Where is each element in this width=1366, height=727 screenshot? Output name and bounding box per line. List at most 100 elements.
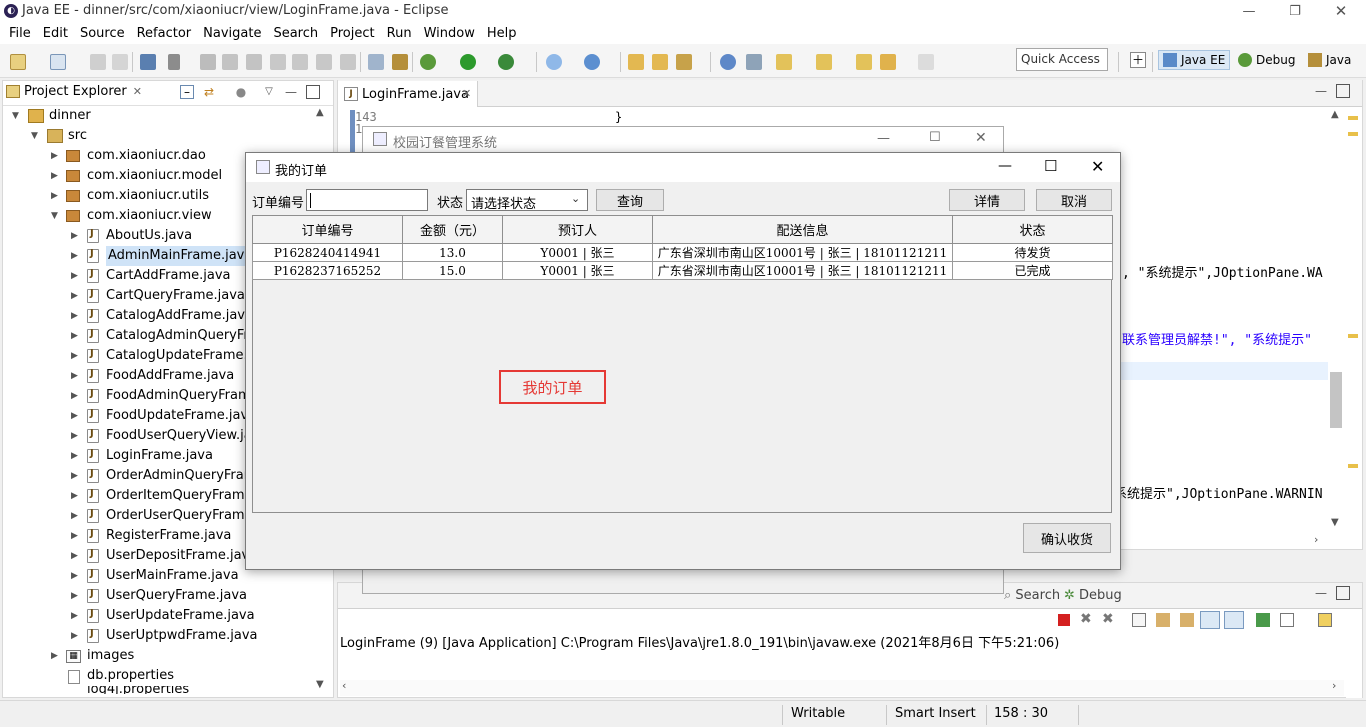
filter-icon[interactable]: ● xyxy=(234,85,248,99)
tab-search[interactable]: ⌕ Search xyxy=(1004,588,1060,603)
suspend-icon[interactable] xyxy=(222,54,238,70)
drop-to-frame-icon[interactable] xyxy=(340,54,356,70)
menu-source[interactable]: Source xyxy=(74,26,131,41)
minimize-editor-icon[interactable]: — xyxy=(1314,84,1328,98)
tree-file[interactable]: CartQueryFrame.java xyxy=(106,286,245,306)
editor-vscroll[interactable]: ▲ ▼ xyxy=(1328,108,1344,532)
view-menu-icon[interactable]: ▽ xyxy=(262,85,276,99)
maximize-icon[interactable]: ☐ xyxy=(929,130,941,145)
order-number-input[interactable] xyxy=(306,189,428,211)
skip-breakpoints-icon[interactable] xyxy=(168,54,180,70)
dialog-close-button[interactable]: ✕ xyxy=(1091,157,1104,176)
step-over-icon[interactable] xyxy=(292,54,308,70)
query-button[interactable]: 查询 xyxy=(596,189,664,211)
tree-file[interactable]: UserUptpwdFrame.java xyxy=(106,626,258,646)
scroll-up-icon[interactable]: ▲ xyxy=(316,108,324,118)
tree-file[interactable]: LoginFrame.java xyxy=(106,446,213,466)
cell-order-number[interactable]: P1628237165252 xyxy=(252,261,403,280)
scroll-lock-icon[interactable] xyxy=(1156,613,1170,627)
tree-file[interactable]: UserQueryFrame.java xyxy=(106,586,247,606)
expand-file-icon[interactable]: ▶ xyxy=(71,291,78,301)
tree-package-utils[interactable]: com.xiaoniucr.utils xyxy=(87,186,209,206)
collapse-all-icon[interactable]: – xyxy=(180,85,194,99)
new-icon[interactable] xyxy=(10,54,26,70)
tree-images[interactable]: images xyxy=(87,646,134,666)
tree-file[interactable]: FoodUpdateFrame.java xyxy=(106,406,256,426)
expand-file-icon[interactable]: ▶ xyxy=(71,391,78,401)
web-browser-icon[interactable] xyxy=(720,54,736,70)
expand-file-icon[interactable]: ▶ xyxy=(71,531,78,541)
pin-console-icon[interactable] xyxy=(1256,613,1270,627)
tree-file[interactable]: UserMainFrame.java xyxy=(106,566,239,586)
previous-annotation-icon[interactable] xyxy=(816,54,832,70)
last-edit-icon[interactable] xyxy=(856,54,872,70)
open-task-icon[interactable] xyxy=(652,54,668,70)
menu-edit[interactable]: Edit xyxy=(37,26,74,41)
scroll-down-icon[interactable]: ▼ xyxy=(316,680,324,690)
expand-file-icon[interactable]: ▶ xyxy=(71,491,78,501)
new-project-icon[interactable] xyxy=(50,54,66,70)
expand-src-icon[interactable]: ▼ xyxy=(31,131,38,141)
scroll-up-icon[interactable]: ▲ xyxy=(1331,110,1339,120)
expand-file-icon[interactable]: ▶ xyxy=(71,511,78,521)
maximize-editor-icon[interactable] xyxy=(1336,84,1350,98)
expand-file-icon[interactable]: ▶ xyxy=(71,571,78,581)
perspective-java[interactable]: Java xyxy=(1304,50,1355,70)
close-icon[interactable]: ✕ xyxy=(975,130,987,146)
expand-file-icon[interactable]: ▶ xyxy=(71,451,78,461)
expand-file-icon[interactable]: ▶ xyxy=(71,551,78,561)
expand-file-icon[interactable]: ▶ xyxy=(71,251,78,261)
menu-project[interactable]: Project xyxy=(324,26,380,41)
dialog-maximize-button[interactable]: ☐ xyxy=(1044,157,1057,175)
clear-console-icon[interactable] xyxy=(1132,613,1146,627)
minimize-button[interactable]: — xyxy=(1226,0,1272,22)
tree-file[interactable]: FoodUserQueryView.jav xyxy=(106,426,259,446)
confirm-receipt-button[interactable]: 确认收货 xyxy=(1023,523,1111,553)
close-button[interactable]: ✕ xyxy=(1318,0,1364,22)
back-icon[interactable] xyxy=(880,54,896,70)
tree-file[interactable]: UserDepositFrame.java xyxy=(106,546,257,566)
terminate-icon[interactable] xyxy=(246,54,262,70)
cell-customer[interactable]: Y0001 | 张三 xyxy=(502,243,653,262)
tab-project-explorer[interactable]: Project Explorer ✕ xyxy=(6,84,142,99)
tab-debug[interactable]: ✲ Debug xyxy=(1064,588,1122,603)
expand-file-icon[interactable]: ▶ xyxy=(71,631,78,641)
menu-help[interactable]: Help xyxy=(481,26,523,41)
cancel-button[interactable]: 取消 xyxy=(1036,189,1112,211)
server-icon[interactable] xyxy=(392,54,408,70)
tree-package-model[interactable]: com.xiaoniucr.model xyxy=(87,166,222,186)
tree-file[interactable]: CartAddFrame.java xyxy=(106,266,231,286)
expand-file-icon[interactable]: ▶ xyxy=(71,231,78,241)
annotation-icon[interactable] xyxy=(746,54,762,70)
expand-file-icon[interactable]: ▶ xyxy=(71,411,78,421)
menu-navigate[interactable]: Navigate xyxy=(197,26,267,41)
next-annotation-icon[interactable] xyxy=(776,54,792,70)
expand-file-icon[interactable]: ▶ xyxy=(71,331,78,341)
minimize-console-icon[interactable]: — xyxy=(1314,586,1328,600)
table-row[interactable]: P1628240414941 13.0 Y0001 | 张三 广东省深圳市南山区… xyxy=(252,243,1113,262)
tree-file[interactable]: OrderItemQueryFrame.j xyxy=(106,486,260,506)
menu-run[interactable]: Run xyxy=(381,26,418,41)
expand-images-icon[interactable]: ▶ xyxy=(51,651,58,661)
open-type-icon[interactable] xyxy=(628,54,644,70)
column-header[interactable]: 预订人 xyxy=(502,215,653,244)
scroll-right-icon[interactable]: › xyxy=(1332,680,1336,691)
expand-file-icon[interactable]: ▶ xyxy=(71,271,78,281)
tree-file[interactable]: FoodAdminQueryFrame. xyxy=(106,386,263,406)
close-editor-tab-icon[interactable]: ✕ xyxy=(462,87,471,100)
table-row[interactable]: P1628237165252 15.0 Y0001 | 张三 广东省深圳市南山区… xyxy=(252,261,1113,280)
show-stderr-icon[interactable] xyxy=(1224,611,1244,629)
tree-file[interactable]: AboutUs.java xyxy=(106,226,192,246)
expand-file-icon[interactable]: ▶ xyxy=(71,351,78,361)
word-wrap-icon[interactable] xyxy=(1180,613,1194,627)
chevron-down-icon[interactable]: ⌄ xyxy=(571,192,580,205)
tree-file[interactable]: OrderAdminQueryFrame xyxy=(106,466,264,486)
tree-file[interactable]: CatalogAddFrame.java xyxy=(106,306,253,326)
run-icon[interactable] xyxy=(460,54,476,70)
new-class-icon[interactable] xyxy=(584,54,600,70)
cell-order-number[interactable]: P1628240414941 xyxy=(252,243,403,262)
link-with-editor-icon[interactable]: ⇄ xyxy=(202,85,216,99)
detail-button[interactable]: 详情 xyxy=(949,189,1025,211)
scroll-left-icon[interactable]: ‹ xyxy=(342,680,346,691)
show-stdout-icon[interactable] xyxy=(1200,611,1220,629)
